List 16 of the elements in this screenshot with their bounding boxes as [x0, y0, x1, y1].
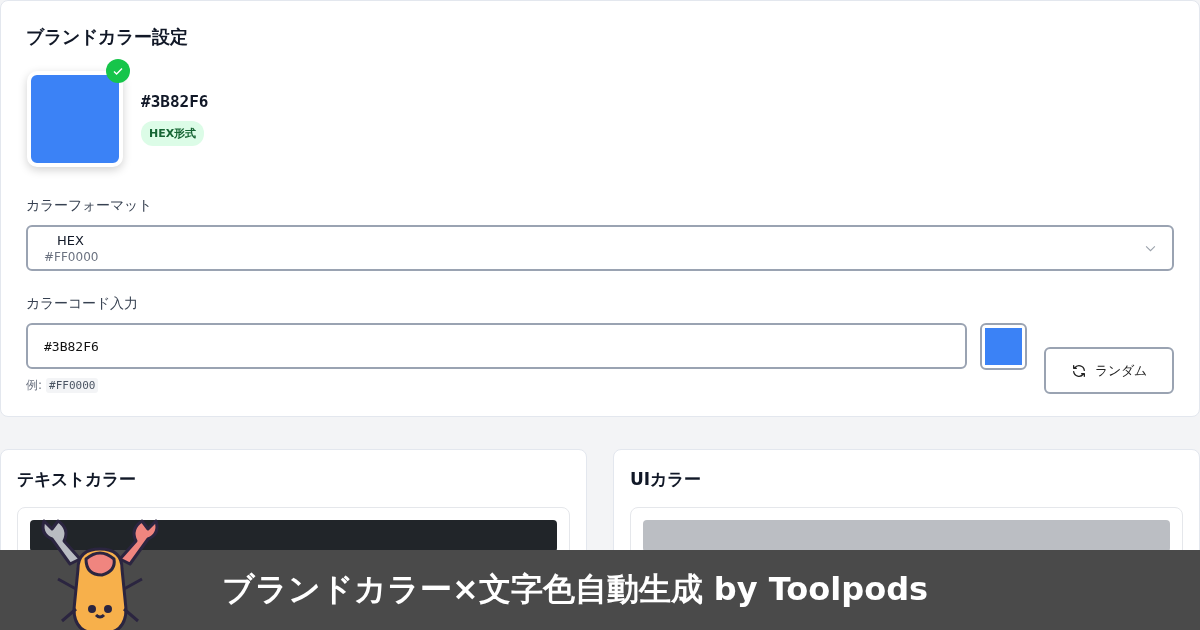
random-button[interactable]: ランダム: [1044, 347, 1174, 394]
example-code: #FF0000: [46, 378, 99, 393]
format-select[interactable]: HEX #FF0000: [26, 225, 1174, 271]
field-label: カラーコード入力: [26, 295, 139, 313]
section-title: UIカラー: [630, 468, 703, 491]
hex-value: #3B82F6: [141, 92, 209, 111]
format-badge: HEX形式: [141, 121, 205, 146]
refresh-icon: [1071, 362, 1087, 379]
color-code-input[interactable]: #3B82F6: [26, 323, 967, 369]
example-label: 例:: [26, 377, 43, 394]
color-picker[interactable]: [980, 323, 1027, 370]
field-label: カラーフォーマット: [26, 197, 153, 215]
banner-title: ブランドカラー×文字色自動生成 by Toolpods: [221, 569, 929, 610]
chevron-down-icon: [1145, 244, 1156, 252]
section-title: ブランドカラー設定: [26, 25, 189, 49]
section-title: テキストカラー: [17, 468, 137, 491]
